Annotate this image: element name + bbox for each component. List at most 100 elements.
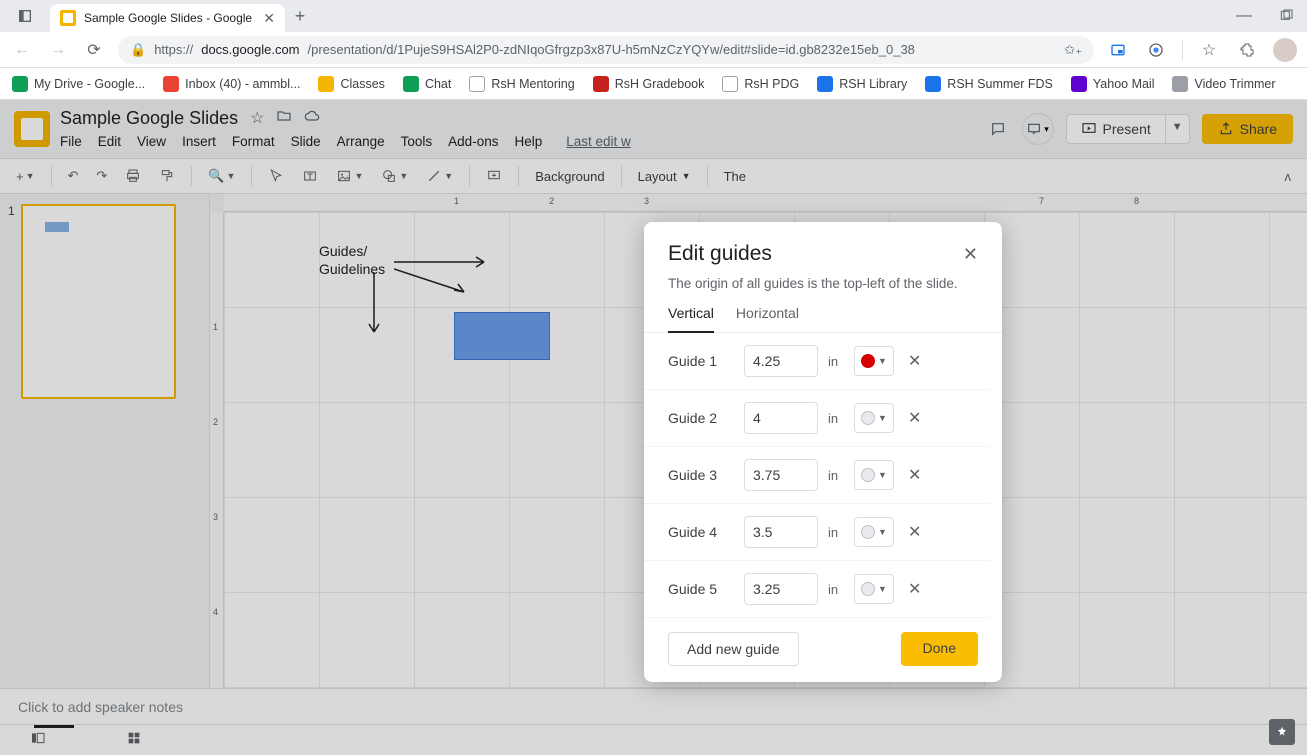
chevron-down-icon: ▼ <box>878 584 887 594</box>
reload-icon[interactable]: ⟳ <box>82 38 106 62</box>
url-host: docs.google.com <box>201 42 299 57</box>
guide-label: Guide 3 <box>668 467 734 483</box>
new-tab-button[interactable]: + <box>285 0 315 32</box>
chrome-icon[interactable] <box>1144 38 1168 62</box>
bookmark-item[interactable]: RsH PDG <box>722 76 799 92</box>
profile-avatar[interactable] <box>1273 38 1297 62</box>
delete-guide-icon[interactable]: ✕ <box>904 351 925 371</box>
address-bar: ← → ⟳ 🔒 https://docs.google.com/presenta… <box>0 32 1307 68</box>
bookmarks-bar: My Drive - Google... Inbox (40) - ammbl..… <box>0 68 1307 100</box>
tab-actions-icon[interactable] <box>0 0 50 32</box>
url-prefix: https:// <box>154 42 193 57</box>
dialog-title: Edit guides <box>668 242 963 266</box>
bookmark-icon <box>722 76 738 92</box>
window-controls: — <box>1223 0 1307 32</box>
guide-row: Guide 2 in ▼ ✕ <box>644 390 990 447</box>
bookmark-item[interactable]: RsH Gradebook <box>593 76 705 92</box>
guide-color-dropdown[interactable]: ▼ <box>854 517 894 547</box>
back-icon: ← <box>10 38 34 62</box>
delete-guide-icon[interactable]: ✕ <box>904 408 925 428</box>
guide-label: Guide 4 <box>668 524 734 540</box>
guide-position-input[interactable] <box>744 459 818 491</box>
bookmark-item[interactable]: Yahoo Mail <box>1071 76 1155 92</box>
extensions-icon[interactable] <box>1235 38 1259 62</box>
chevron-down-icon: ▼ <box>878 413 887 423</box>
bookmark-icon <box>925 76 941 92</box>
bookmark-label: Video Trimmer <box>1194 77 1275 91</box>
bookmark-item[interactable]: Classes <box>318 76 384 92</box>
guide-row: Guide 1 in ▼ ✕ <box>644 333 990 390</box>
bookmark-item[interactable]: Video Trimmer <box>1172 76 1275 92</box>
explore-icon[interactable] <box>1269 719 1295 745</box>
add-new-guide-button[interactable]: Add new guide <box>668 632 799 666</box>
lock-icon: 🔒 <box>130 42 146 58</box>
guide-position-input[interactable] <box>744 402 818 434</box>
tab-horizontal[interactable]: Horizontal <box>736 299 799 332</box>
bookmark-icon <box>593 76 609 92</box>
guide-label: Guide 5 <box>668 581 734 597</box>
pip-icon[interactable] <box>1106 38 1130 62</box>
window-titlebar: Sample Google Slides - Google S ✕ + — <box>0 0 1307 32</box>
guide-row: Guide 4in▼✕ <box>644 504 990 561</box>
bookmark-label: Classes <box>340 77 384 91</box>
bookmark-label: My Drive - Google... <box>34 77 145 91</box>
bookmark-label: RsH PDG <box>744 77 799 91</box>
tab-vertical[interactable]: Vertical <box>668 299 714 333</box>
bookmark-label: Yahoo Mail <box>1093 77 1155 91</box>
bookmark-item[interactable]: RSH Summer FDS <box>925 76 1053 92</box>
tab-title: Sample Google Slides - Google S <box>84 11 255 25</box>
bookmark-item[interactable]: Chat <box>403 76 451 92</box>
guide-position-input[interactable] <box>744 516 818 548</box>
bookmark-label: Inbox (40) - ammbl... <box>185 77 300 91</box>
chevron-down-icon: ▼ <box>878 527 887 537</box>
bookmark-icon <box>403 76 419 92</box>
chevron-down-icon: ▼ <box>878 470 887 480</box>
guide-unit: in <box>828 582 844 597</box>
bookmark-item[interactable]: RsH Mentoring <box>469 76 574 92</box>
guide-label: Guide 1 <box>668 353 734 369</box>
dialog-close-icon[interactable]: ✕ <box>963 244 978 265</box>
done-button[interactable]: Done <box>901 632 978 666</box>
bookmark-icon <box>163 76 179 92</box>
delete-guide-icon[interactable]: ✕ <box>904 522 925 542</box>
guide-position-input[interactable] <box>744 573 818 605</box>
bookmark-item[interactable]: Inbox (40) - ammbl... <box>163 76 300 92</box>
minimize-icon[interactable]: — <box>1223 0 1265 32</box>
bookmark-item[interactable]: My Drive - Google... <box>12 76 145 92</box>
bookmark-item[interactable]: RSH Library <box>817 76 907 92</box>
delete-guide-icon[interactable]: ✕ <box>904 465 925 485</box>
color-swatch <box>861 525 875 539</box>
guides-list[interactable]: Guide 1 in ▼ ✕ Guide 2 in ▼ ✕ Guide 3 in ▼ ✕ Guide 4… <box>644 333 1002 618</box>
guide-color-dropdown[interactable]: ▼ <box>854 460 894 490</box>
guide-color-dropdown[interactable]: ▼ <box>854 403 894 433</box>
chevron-down-icon: ▼ <box>878 356 887 366</box>
bookmark-label: RSH Library <box>839 77 907 91</box>
guide-label: Guide 2 <box>668 410 734 426</box>
tab-close-icon[interactable]: ✕ <box>263 10 275 27</box>
bookmark-icon <box>12 76 28 92</box>
bookmark-label: RsH Mentoring <box>491 77 574 91</box>
url-path: /presentation/d/1PujeS9HSAl2P0-zdNIqoGfr… <box>308 42 915 57</box>
delete-guide-icon[interactable]: ✕ <box>904 579 925 599</box>
guide-row: Guide 3in▼✕ <box>644 447 990 504</box>
guide-color-dropdown[interactable]: ▼ <box>854 574 894 604</box>
guide-row: Guide 5 in ▼ ✕ <box>644 561 990 618</box>
favorites-icon[interactable]: ☆ <box>1197 38 1221 62</box>
address-field[interactable]: 🔒 https:// docs.google.com/presentation/d… <box>118 36 1094 64</box>
collections-icon[interactable]: ✩₊ <box>1064 42 1082 58</box>
slides-favicon-icon <box>60 10 76 26</box>
dialog-tabs: Vertical Horizontal <box>644 299 1002 333</box>
bookmark-icon <box>1172 76 1188 92</box>
bookmark-icon <box>318 76 334 92</box>
guide-position-input[interactable] <box>744 345 818 377</box>
guide-unit: in <box>828 354 844 369</box>
browser-tab[interactable]: Sample Google Slides - Google S ✕ <box>50 4 285 32</box>
dialog-description: The origin of all guides is the top-left… <box>644 276 1002 299</box>
maximize-icon[interactable] <box>1265 0 1307 32</box>
bookmark-label: RSH Summer FDS <box>947 77 1053 91</box>
color-swatch <box>861 411 875 425</box>
guide-color-dropdown[interactable]: ▼ <box>854 346 894 376</box>
guide-unit: in <box>828 411 844 426</box>
bookmark-icon <box>817 76 833 92</box>
edit-guides-dialog: Edit guides ✕ The origin of all guides i… <box>644 222 1002 682</box>
